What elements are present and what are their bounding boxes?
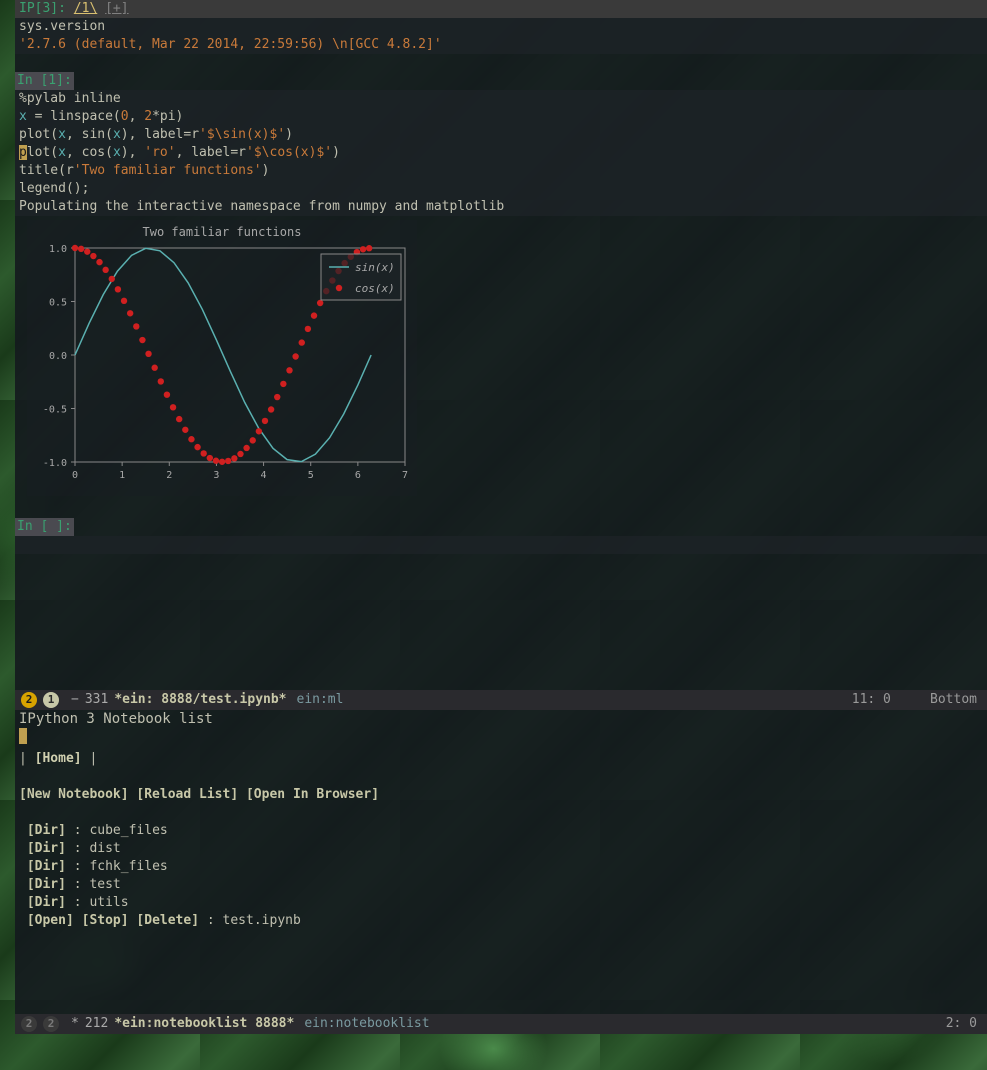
list-item[interactable]: [Dir] : fchk_files xyxy=(19,858,983,876)
ml1-mode: ein:ml xyxy=(287,691,354,709)
text-cursor: p xyxy=(19,145,27,160)
notebooklist-pane[interactable]: IPython 3 Notebook list | [Home] | [New … xyxy=(15,710,987,1024)
svg-text:cos(x): cos(x) xyxy=(355,282,395,295)
svg-text:1.0: 1.0 xyxy=(49,244,67,255)
cell-output-sysversion: sys.version '2.7.6 (default, Mar 22 2014… xyxy=(15,18,987,54)
nblist-cursor xyxy=(19,728,27,744)
svg-text:7: 7 xyxy=(402,470,408,481)
tab-bar: IP[3]: /1\ [+] xyxy=(15,0,987,18)
in-prompt-empty: In [ ]: xyxy=(15,518,74,536)
open-browser-button[interactable]: [Open In Browser] xyxy=(246,787,379,802)
svg-text:0: 0 xyxy=(72,470,78,481)
ml1-badge-right: 1 xyxy=(43,692,59,708)
nb-delete-button[interactable]: [Delete] xyxy=(136,913,199,928)
ml2-mode: ein:notebooklist xyxy=(294,1015,439,1033)
list-item[interactable]: [Dir] : dist xyxy=(19,840,983,858)
cell-empty[interactable]: In [ ]: xyxy=(15,518,987,554)
reload-list-button[interactable]: [Reload List] xyxy=(136,787,238,802)
nb-list-title: IPython 3 Notebook list xyxy=(19,710,983,728)
ml2-badge-right: 2 xyxy=(43,1016,59,1032)
svg-text:0.0: 0.0 xyxy=(49,351,67,362)
matplotlib-figure: Two familiar functions 0 1 2 3 4 5 6 7 -1.0 -0.5 0.… xyxy=(27,220,417,496)
empty-code[interactable] xyxy=(15,536,987,554)
nb-file-name[interactable]: test.ipynb xyxy=(223,913,301,928)
tab-add[interactable]: [+] xyxy=(105,1,128,16)
ml1-badge-left: 2 xyxy=(21,692,37,708)
svg-text:0.5: 0.5 xyxy=(49,298,67,309)
list-item[interactable]: [Dir] : test xyxy=(19,876,983,894)
cell-1-stdout: Populating the interactive namespace fro… xyxy=(15,198,987,216)
ml2-buffer-name: *ein:notebooklist 8888* xyxy=(114,1015,294,1033)
svg-text:5: 5 xyxy=(308,470,314,481)
svg-text:Two familiar functions: Two familiar functions xyxy=(143,225,302,239)
notebook-pane[interactable]: IP[3]: /1\ [+] sys.version '2.7.6 (defau… xyxy=(15,0,987,690)
cell-1[interactable]: In [1]: %pylab inline x = linspace(0, 2*… xyxy=(15,72,987,496)
svg-text:3: 3 xyxy=(213,470,219,481)
in-prompt-1: In [1]: xyxy=(15,72,74,90)
list-item[interactable]: [Dir] : cube_files xyxy=(19,822,983,840)
code-cell-1[interactable]: %pylab inline x = linspace(0, 2*pi) plot… xyxy=(15,90,987,198)
new-notebook-button[interactable]: [New Notebook] xyxy=(19,787,129,802)
modeline-2: 2 2 * 212 *ein:notebooklist 8888* ein:no… xyxy=(15,1014,987,1034)
tab-active[interactable]: /1\ xyxy=(74,1,97,16)
modeline-1: 2 1 − 331 *ein: 8888/test.ipynb* ein:ml … xyxy=(15,690,987,710)
svg-text:4: 4 xyxy=(261,470,267,481)
list-item[interactable]: [Dir] : utils xyxy=(19,894,983,912)
home-link[interactable]: [Home] xyxy=(35,751,82,766)
chart-svg: Two familiar functions 0 1 2 3 4 5 6 7 -1.0 -0.5 0.… xyxy=(27,220,417,490)
ipython-tag: IP[3]: xyxy=(19,1,74,16)
nb-open-button[interactable]: [Open] xyxy=(27,913,74,928)
svg-text:6: 6 xyxy=(355,470,361,481)
svg-text:2: 2 xyxy=(166,470,172,481)
svg-text:1: 1 xyxy=(119,470,125,481)
nb-stop-button[interactable]: [Stop] xyxy=(82,913,129,928)
svg-text:sin(x): sin(x) xyxy=(355,261,395,274)
ml1-buffer-name: *ein: 8888/test.ipynb* xyxy=(114,691,286,709)
ml2-badge-left: 2 xyxy=(21,1016,37,1032)
svg-text:-0.5: -0.5 xyxy=(43,405,67,416)
svg-text:-1.0: -1.0 xyxy=(43,458,67,469)
